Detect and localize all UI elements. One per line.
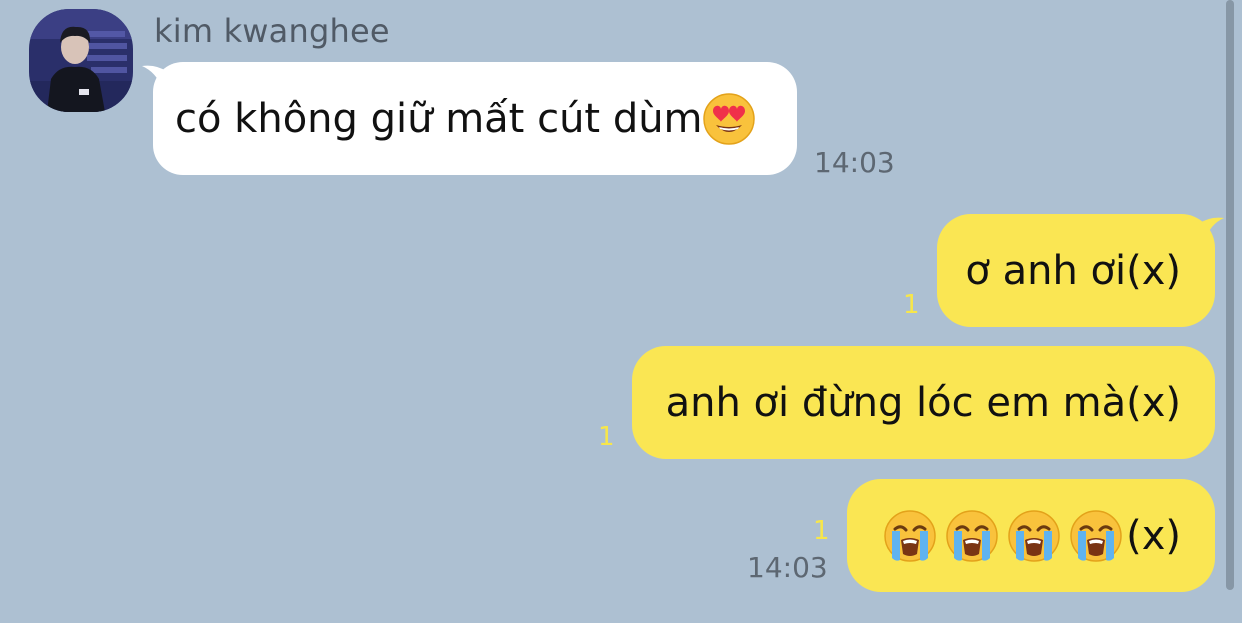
loudly-crying-emoji-icon <box>946 509 998 562</box>
chat-view: kim kwanghee có không giữ mất cút dùm 14… <box>0 0 1242 623</box>
outgoing-message-text: ơ anh ơi(x) <box>965 247 1181 294</box>
scrollbar[interactable] <box>1226 0 1234 590</box>
crying-emoji-group <box>884 509 1122 562</box>
outgoing-message-text: anh ơi đừng lóc em mà(x) <box>665 379 1181 426</box>
incoming-timestamp: 14:03 <box>814 146 895 179</box>
unread-count: 1 <box>903 290 920 320</box>
unread-count: 1 <box>598 422 615 452</box>
unread-count: 1 <box>813 516 830 546</box>
outgoing-message-bubble[interactable]: (x) <box>847 479 1215 592</box>
loudly-crying-emoji-icon <box>1070 509 1122 562</box>
heart-eyes-emoji-icon <box>702 92 755 145</box>
outgoing-message-bubble[interactable]: ơ anh ơi(x) <box>937 214 1215 327</box>
sender-avatar[interactable] <box>29 9 133 112</box>
incoming-message-text: có không giữ mất cút dùm <box>175 95 703 142</box>
incoming-message-bubble[interactable]: có không giữ mất cút dùm <box>153 62 797 175</box>
sender-name: kim kwanghee <box>154 12 390 50</box>
outgoing-message-text: (x) <box>1126 512 1181 559</box>
outgoing-timestamp: 14:03 <box>747 551 828 584</box>
loudly-crying-emoji-icon <box>1008 509 1060 562</box>
loudly-crying-emoji-icon <box>884 509 936 562</box>
outgoing-message-bubble[interactable]: anh ơi đừng lóc em mà(x) <box>632 346 1215 459</box>
